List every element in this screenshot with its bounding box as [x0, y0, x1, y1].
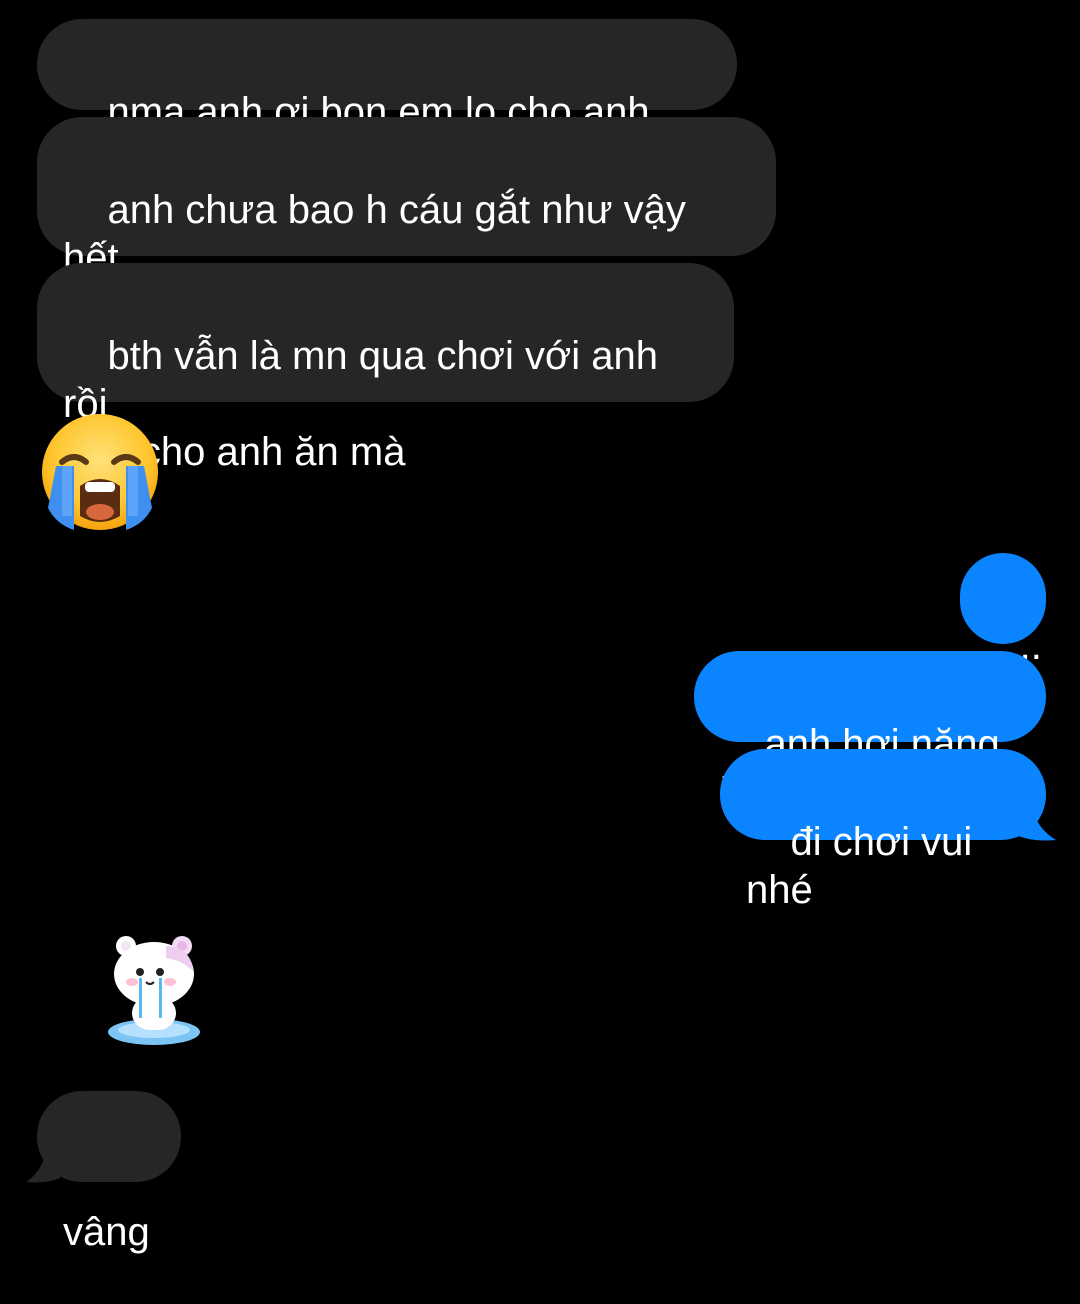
received-bubble-tail-icon — [26, 1148, 64, 1183]
received-message-bubble[interactable]: nma anh ơi bọn em lo cho anh lắm — [37, 19, 737, 182]
sent-message-bubble[interactable]: anh hơi nặng lời — [694, 651, 1046, 814]
crying-bear-sticker[interactable] — [104, 932, 204, 1050]
received-message-bubble[interactable]: bth vẫn là mn qua chơi với anh rồi nấu c… — [37, 263, 734, 474]
loudly-crying-face-emoji[interactable] — [40, 412, 160, 532]
message-text: đi chơi vui nhé — [746, 820, 984, 912]
sent-bubble-tail-icon — [1012, 806, 1056, 841]
received-message-bubble[interactable]: anh chưa bao h cáu gắt như vậy hết á.. — [37, 117, 776, 328]
sent-message-bubble[interactable]: ... — [960, 553, 1046, 668]
sent-message-bubble[interactable]: đi chơi vui nhé — [720, 749, 1046, 912]
message-text: vâng — [63, 1210, 150, 1254]
